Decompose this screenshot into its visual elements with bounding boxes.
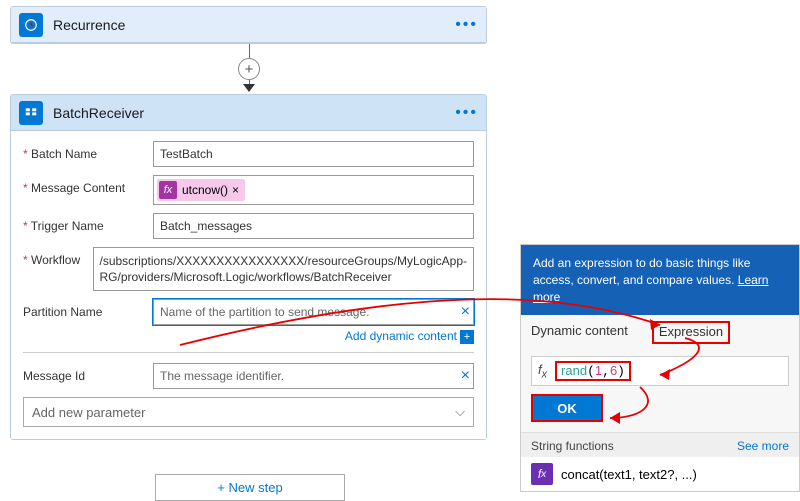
partition-name-input[interactable]: Name of the partition to send message. [153,299,474,325]
message-id-label: Message Id [23,363,153,383]
fx-icon: fx [538,362,547,381]
function-concat[interactable]: fx concat(text1, text2?, ...) [521,457,799,491]
add-parameter-select[interactable]: Add new parameter ⌵ [23,397,474,427]
expression-tag[interactable]: fx utcnow() × [157,179,245,201]
batch-title: BatchReceiver [53,105,455,121]
recurrence-menu[interactable]: ••• [455,16,478,34]
batch-menu[interactable]: ••• [455,104,478,122]
clear-icon[interactable]: × [461,367,470,385]
tab-dynamic-content[interactable]: Dynamic content [531,323,628,344]
arrow-down-icon [243,84,255,92]
add-parameter-label: Add new parameter [32,405,145,420]
expression-input[interactable]: fx rand(1,6) [531,356,789,386]
new-step-button[interactable]: + New step [155,474,345,501]
panel-header: Add an expression to do basic things lik… [521,245,799,315]
ok-button[interactable]: OK [531,394,603,422]
string-functions-header: String functions See more [521,432,799,457]
batch-name-label: Batch Name [23,141,153,161]
expression-panel: Add an expression to do basic things lik… [520,244,800,492]
recurrence-header[interactable]: Recurrence ••• [11,7,486,43]
fx-icon: fx [159,181,177,199]
batch-name-input[interactable]: TestBatch [153,141,474,167]
trigger-name-input[interactable]: Batch_messages [153,213,474,239]
recurrence-title: Recurrence [53,17,455,33]
message-content-label: Message Content [23,175,153,195]
expression-value: rand(1,6) [555,361,631,381]
panel-tabs: Dynamic content Expression [521,315,799,344]
message-content-input[interactable]: fx utcnow() × [153,175,474,205]
batch-card: BatchReceiver ••• Batch Name TestBatch M… [10,94,487,440]
batch-body: Batch Name TestBatch Message Content fx … [11,131,486,439]
batch-icon [19,101,43,125]
clear-icon[interactable]: × [461,303,470,321]
tab-expression[interactable]: Expression [652,321,730,344]
batch-header[interactable]: BatchReceiver ••• [11,95,486,131]
recurrence-card: Recurrence ••• [10,6,487,44]
chevron-down-icon: ⌵ [455,404,465,420]
workflow-input[interactable]: /subscriptions/XXXXXXXXXXXXXXXX/resource… [93,247,475,291]
partition-name-label: Partition Name [23,299,153,319]
see-more-link[interactable]: See more [737,439,789,453]
workflow-label: Workflow [23,247,93,267]
trigger-name-label: Trigger Name [23,213,153,233]
divider [23,352,474,353]
add-dynamic-content-link[interactable]: Add dynamic content+ [153,328,474,344]
tag-remove-icon[interactable]: × [232,183,239,197]
message-id-input[interactable]: The message identifier. [153,363,474,389]
plus-icon: + [460,330,474,344]
add-step-icon[interactable]: + [238,58,260,80]
connector: + [245,44,255,94]
tag-text: utcnow() [182,183,228,197]
fx-icon: fx [531,463,553,485]
clock-icon [19,13,43,37]
